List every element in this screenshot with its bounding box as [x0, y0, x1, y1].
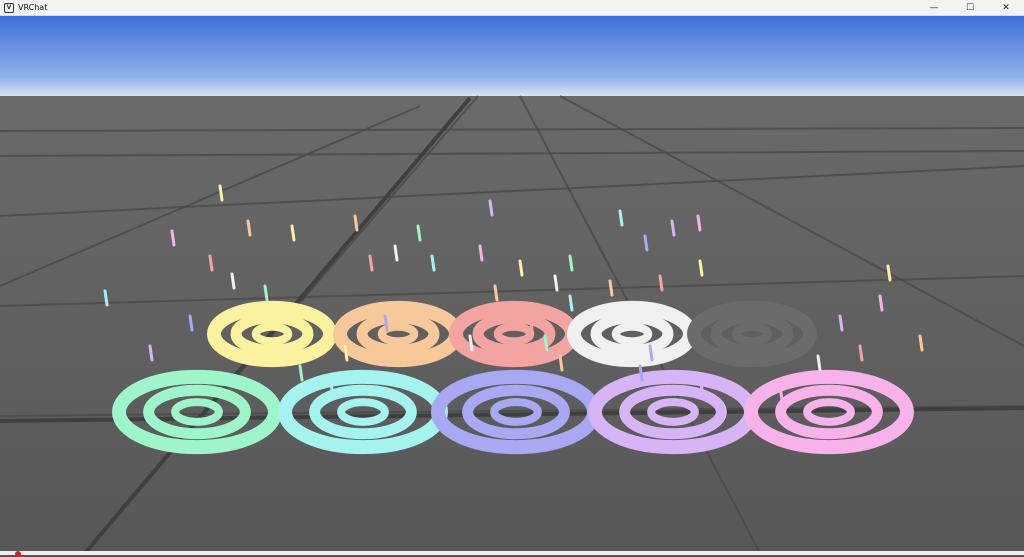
maximize-button[interactable]: ☐	[952, 0, 988, 16]
particle	[608, 279, 614, 297]
particle	[416, 224, 422, 242]
particle	[328, 374, 334, 392]
particle	[478, 244, 484, 262]
particle	[838, 314, 844, 332]
particle	[878, 294, 884, 312]
particle	[858, 344, 864, 362]
particle	[886, 264, 892, 282]
particle	[568, 294, 574, 312]
particle	[368, 254, 374, 272]
vrchat-app-icon: V	[4, 2, 14, 13]
particle	[528, 314, 534, 332]
particle	[493, 284, 499, 302]
particle	[383, 314, 389, 332]
particle	[246, 219, 252, 237]
particle	[513, 304, 519, 322]
particle	[638, 364, 644, 382]
particle	[430, 254, 436, 272]
particle	[553, 274, 559, 292]
particle	[290, 224, 296, 242]
taskbar-app-icon[interactable]	[15, 551, 21, 557]
particle	[643, 234, 649, 252]
particle	[230, 272, 236, 290]
particle	[170, 229, 176, 247]
taskbar-strip	[0, 551, 1024, 555]
minimize-button[interactable]: —	[916, 0, 952, 16]
particle	[148, 344, 154, 362]
game-viewport[interactable]	[0, 16, 1024, 553]
particle	[343, 344, 349, 362]
particle	[188, 314, 194, 332]
particle	[558, 354, 564, 372]
particle	[208, 254, 214, 272]
window-titlebar[interactable]: V VRChat — ☐ ✕	[0, 0, 1024, 16]
window-title: VRChat	[18, 3, 48, 12]
particle	[918, 334, 924, 352]
particle	[488, 199, 494, 217]
particle	[263, 284, 269, 302]
particle	[816, 354, 822, 372]
particle	[468, 334, 474, 352]
particle	[353, 214, 359, 232]
particle	[298, 364, 304, 382]
particle	[698, 374, 704, 392]
particle	[568, 254, 574, 272]
particle	[698, 259, 704, 277]
particle	[543, 334, 549, 352]
sky	[0, 16, 1024, 98]
particle	[618, 209, 624, 227]
close-button[interactable]: ✕	[988, 0, 1024, 16]
window-controls: — ☐ ✕	[916, 0, 1024, 16]
particle	[518, 259, 524, 277]
particle	[670, 219, 676, 237]
particle	[696, 214, 702, 232]
particle	[658, 274, 664, 292]
particle	[648, 344, 654, 362]
particle	[778, 384, 784, 402]
particle	[103, 289, 109, 307]
particle	[218, 184, 224, 202]
particle	[393, 244, 399, 262]
